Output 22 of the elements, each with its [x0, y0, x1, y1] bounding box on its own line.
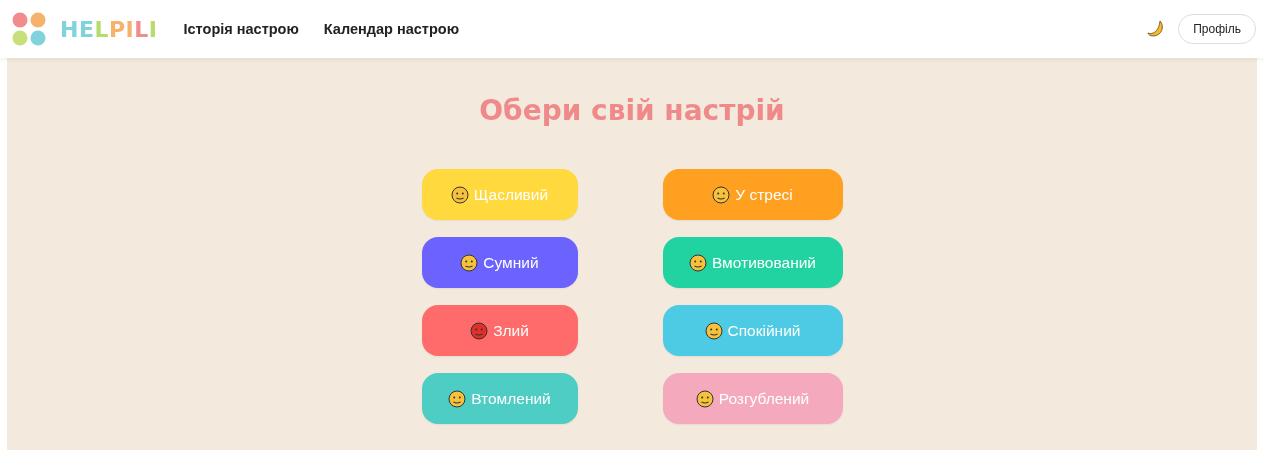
nav-link[interactable]: Історія настрою — [183, 21, 299, 37]
emoji-face-icon — [450, 185, 469, 204]
emoji-face-icon — [695, 389, 714, 408]
emoji-face-icon — [688, 253, 707, 272]
page-title: Обери свій настрій — [479, 94, 785, 127]
nav-link[interactable]: Календар настрою — [323, 21, 460, 37]
mood-button[interactable]: Злий — [421, 305, 578, 356]
logo-icon — [12, 12, 46, 46]
mood-button[interactable]: Розгублений — [662, 373, 843, 424]
emoji-face-icon — [704, 321, 723, 340]
emoji-face-icon — [460, 253, 479, 272]
mood-button[interactable]: Сумний — [421, 237, 578, 288]
mood-button[interactable]: Спокійний — [662, 305, 843, 356]
emoji-face-icon — [470, 321, 489, 340]
mood-button[interactable]: Втомлений — [421, 373, 578, 424]
logo-wordmark: HELPILI — [60, 16, 158, 42]
emoji-face-icon — [448, 389, 467, 408]
emoji-face-icon — [712, 185, 731, 204]
profile-button[interactable]: Профіль — [1178, 14, 1256, 44]
mood-button[interactable]: У стресі — [662, 169, 843, 220]
mood-button[interactable]: Щасливий — [421, 169, 578, 220]
mood-button[interactable]: Вмотивований — [662, 237, 843, 288]
